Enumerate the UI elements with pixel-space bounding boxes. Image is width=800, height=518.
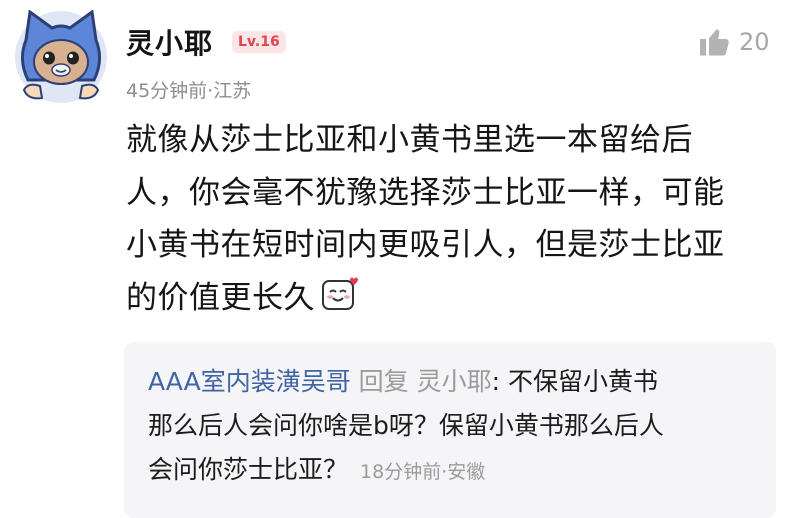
comment-line: 就像从莎士比亚和小黄书里选一本留给后 — [126, 122, 693, 158]
comment-content: 就像从莎士比亚和小黄书里选一本留给后 人，你会毫不犹豫选择莎士比亚一样，可能 小… — [126, 114, 766, 324]
comment-line: 人，你会毫不犹豫选择莎士比亚一样，可能 — [126, 174, 725, 211]
level-badge: Lv.16 — [232, 31, 286, 53]
reply-content-line: 那么后人会问你啥是b呀？保留小黄书那么后人 — [148, 411, 664, 440]
reply-content-text: 会问你莎士比亚？ — [148, 455, 349, 484]
comment-line: 小黄书在短时间内更吸引人，但是莎士比亚 — [126, 227, 725, 263]
reply-author[interactable]: AAA室内装潢吴哥 — [148, 367, 351, 396]
reply-content-text: 不保留小黄书 — [500, 367, 659, 396]
comment-line-last: 的价值更长久 — [126, 272, 766, 325]
like-button[interactable]: 20 — [697, 24, 770, 60]
reply-time: 18分钟前·安徽 — [360, 461, 486, 483]
reply-text: AAA室内装潢吴哥 回复 灵小耶: 不保留小黄书 那么后人会问你啥是b呀？保留小… — [148, 360, 768, 494]
smile-blush-emoji-icon — [319, 275, 359, 315]
reply-line-last: 会问你莎士比亚？ 18分钟前·安徽 — [148, 448, 768, 494]
comment-line-text: 的价值更长久 — [126, 279, 315, 316]
comment-avatar[interactable] — [14, 9, 108, 104]
like-count: 20 — [739, 28, 770, 56]
hooded-cat-avatar-icon — [15, 9, 107, 103]
reply-line-first: AAA室内装潢吴哥 回复 灵小耶: 不保留小黄书 — [148, 360, 768, 404]
reply-action-label: 回复 — [358, 367, 409, 396]
thumbs-up-icon — [700, 29, 729, 56]
reply-target-user[interactable]: 灵小耶 — [417, 367, 492, 396]
reply-separator: : — [491, 367, 501, 396]
comment-meta: 45分钟前·江苏 — [126, 80, 252, 102]
comment-username[interactable]: 灵小耶 — [126, 22, 213, 62]
